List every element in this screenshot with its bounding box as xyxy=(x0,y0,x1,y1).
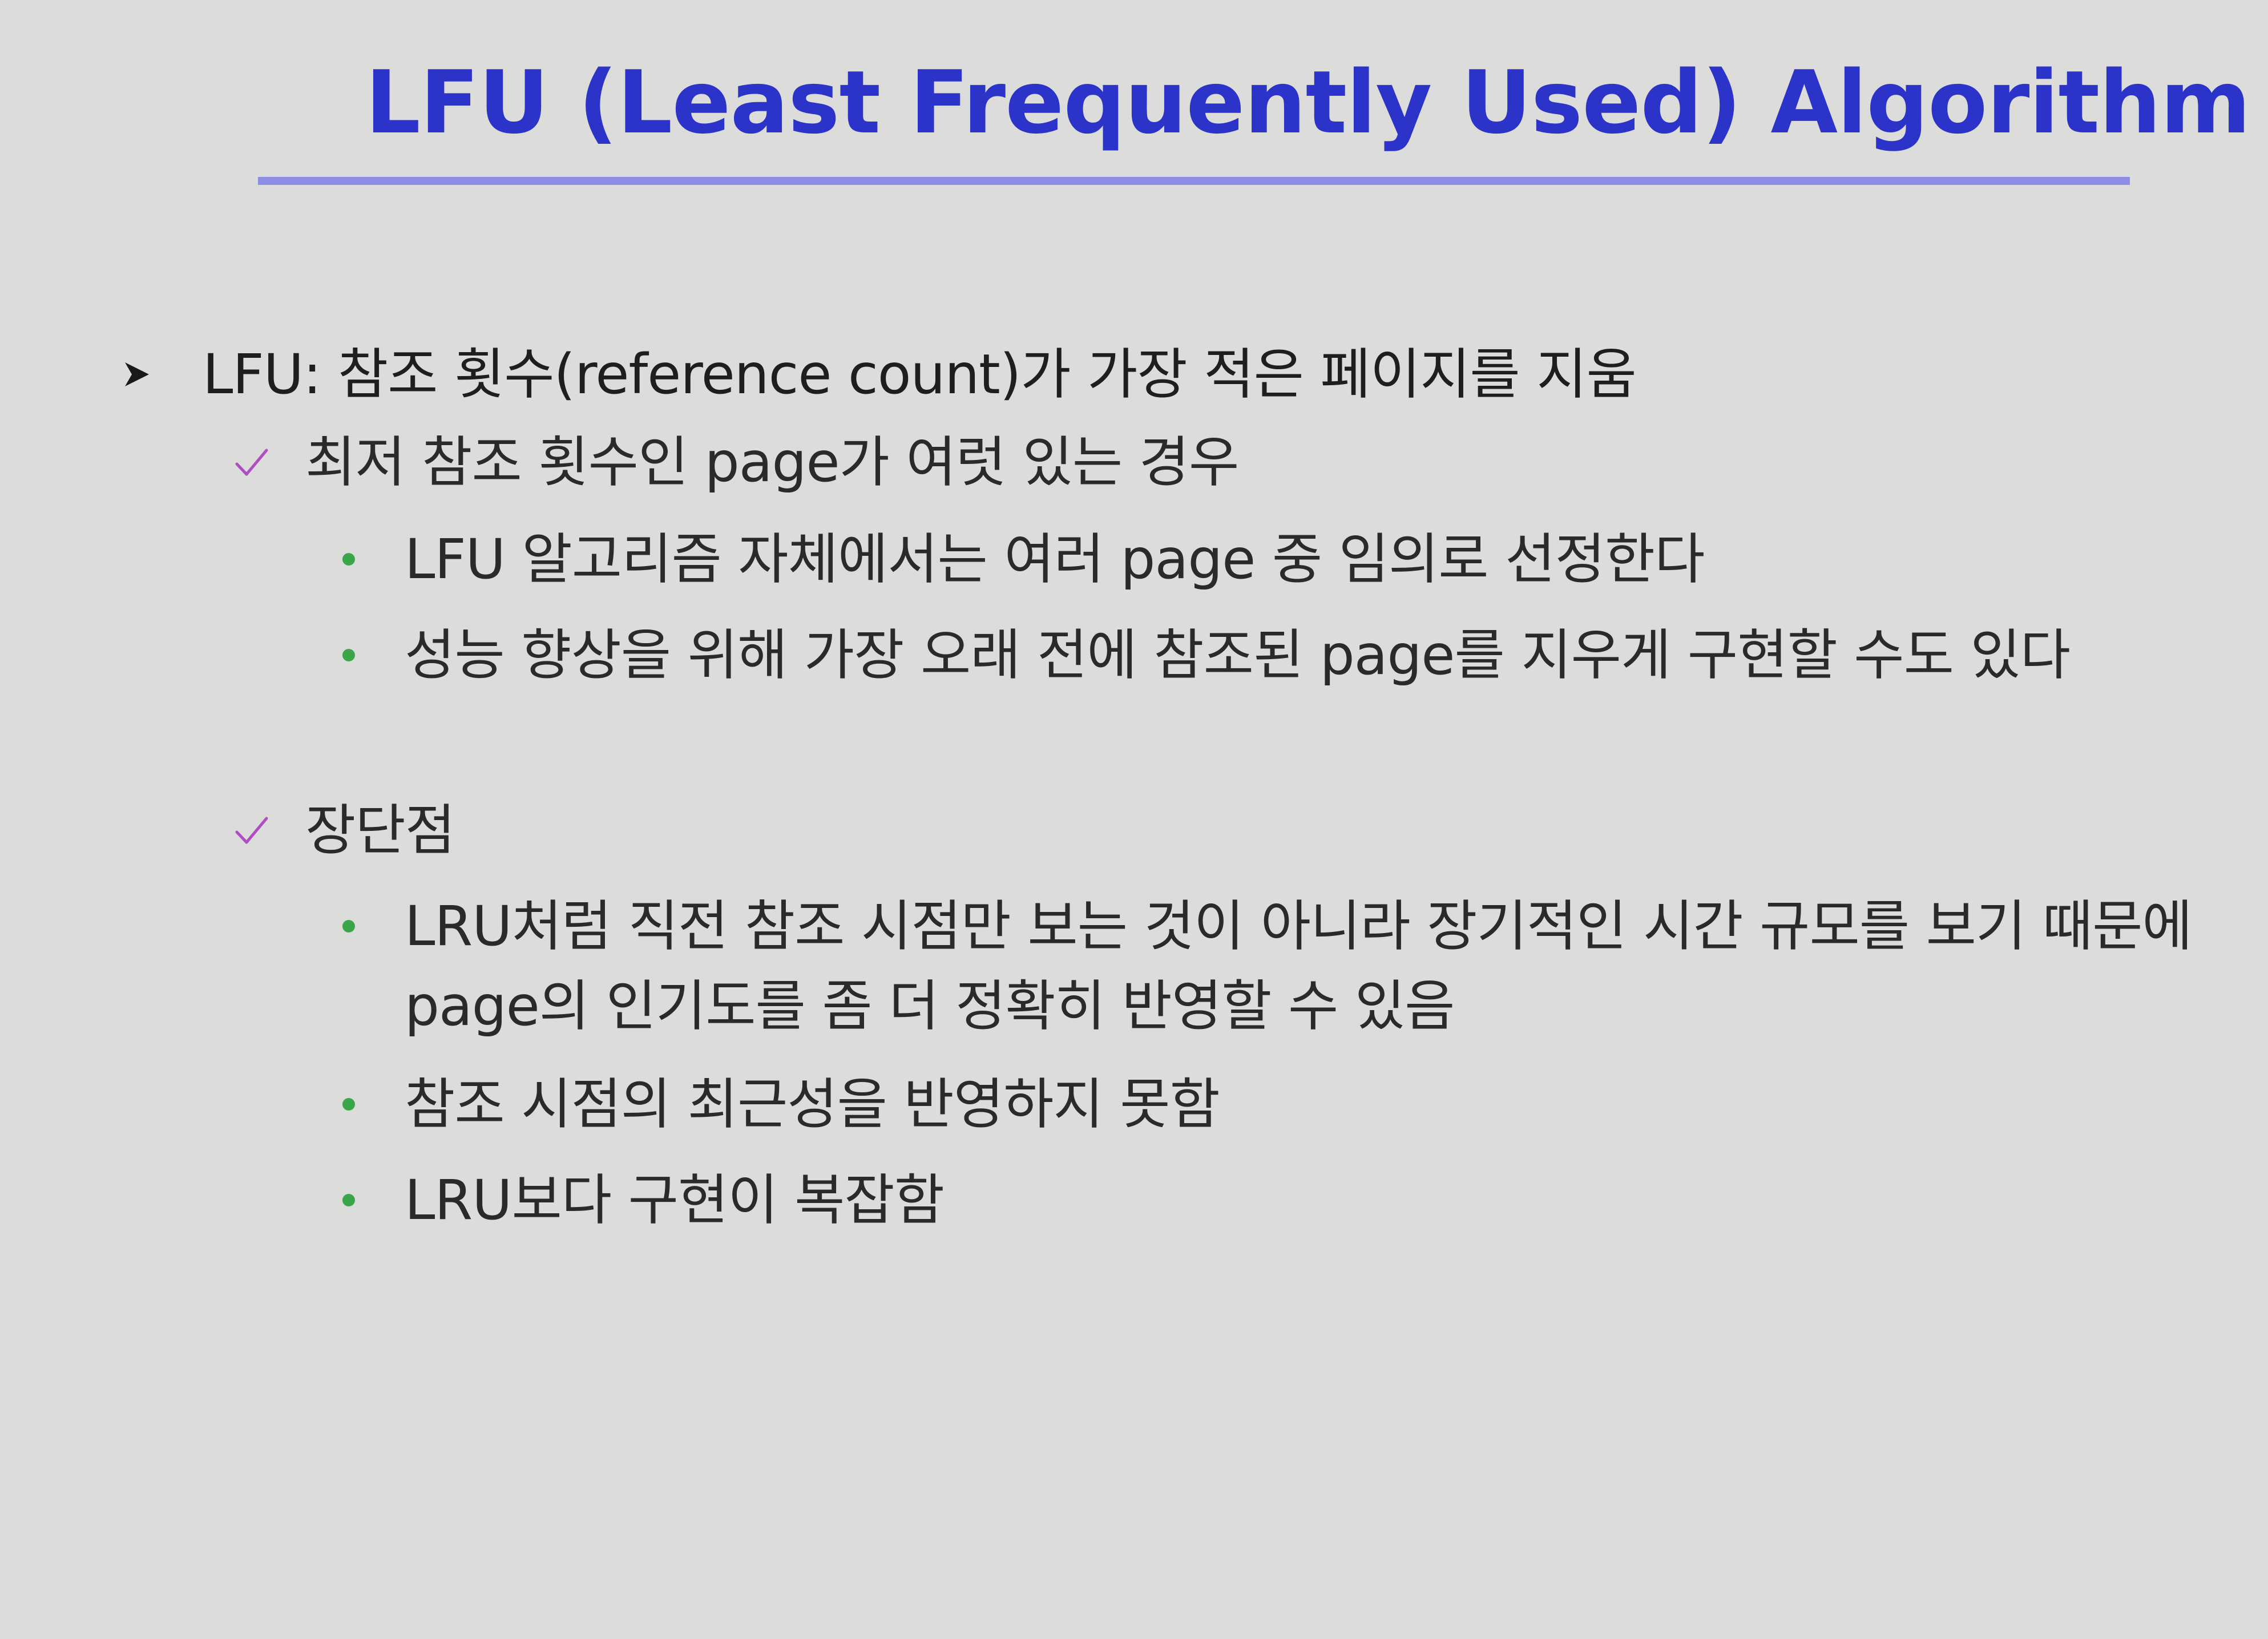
bullet-level3-text: LFU 알고리즘 자체에서는 여러 page 중 임의로 선정한다 xyxy=(405,527,1705,591)
bullet-level2-text: 최저 참조 횟수인 page가 여럿 있는 경우 xyxy=(305,430,1239,494)
title-underline xyxy=(258,177,2130,185)
bullet-level1: LFU: 참조 횟수(reference count)가 가장 적은 페이지를 … xyxy=(117,334,1637,414)
bullet-level3-text: LRU처럼 직전 참조 시점만 보는 것이 아니라 장기적인 시간 규모를 보기… xyxy=(405,894,2193,1038)
bullet-level2: 장단점 xyxy=(231,790,455,870)
bullet-level3: 참조 시점의 최근성을 반영하지 못함 xyxy=(342,1064,2203,1144)
dot-icon xyxy=(342,553,355,566)
check-icon xyxy=(235,449,268,476)
bullet-level3-text: LRU보다 구현이 복잡함 xyxy=(405,1168,945,1232)
bullet-level3-text: 참조 시점의 최근성을 반영하지 못함 xyxy=(405,1072,1220,1136)
bullet-level3: 성능 향상을 위해 가장 오래 전에 참조된 page를 지우게 구현할 수도 … xyxy=(342,615,2203,695)
slide: LFU (Least Frequently Used) Algorithm LF… xyxy=(0,0,2268,1639)
bullet-level3-text: 성능 향상을 위해 가장 오래 전에 참조된 page를 지우게 구현할 수도 … xyxy=(405,623,2071,687)
check-icon xyxy=(235,817,268,844)
bullet-level2-text: 장단점 xyxy=(305,798,455,862)
dot-icon xyxy=(342,649,355,661)
bullet-level3: LFU 알고리즘 자체에서는 여러 page 중 임의로 선정한다 xyxy=(342,519,2203,599)
dot-icon xyxy=(342,1194,355,1206)
arrow-icon xyxy=(125,362,149,386)
slide-title: LFU (Least Frequently Used) Algorithm xyxy=(365,52,2251,153)
bullet-level3: LRU보다 구현이 복잡함 xyxy=(342,1160,2203,1240)
bullet-level1-text: LFU: 참조 횟수(reference count)가 가장 적은 페이지를 … xyxy=(203,342,1637,406)
dot-icon xyxy=(342,920,355,932)
dot-icon xyxy=(342,1098,355,1111)
bullet-level2: 최저 참조 횟수인 page가 여럿 있는 경우 xyxy=(231,422,1239,502)
bullet-level3: LRU처럼 직전 참조 시점만 보는 것이 아니라 장기적인 시간 규모를 보기… xyxy=(342,886,2203,1046)
